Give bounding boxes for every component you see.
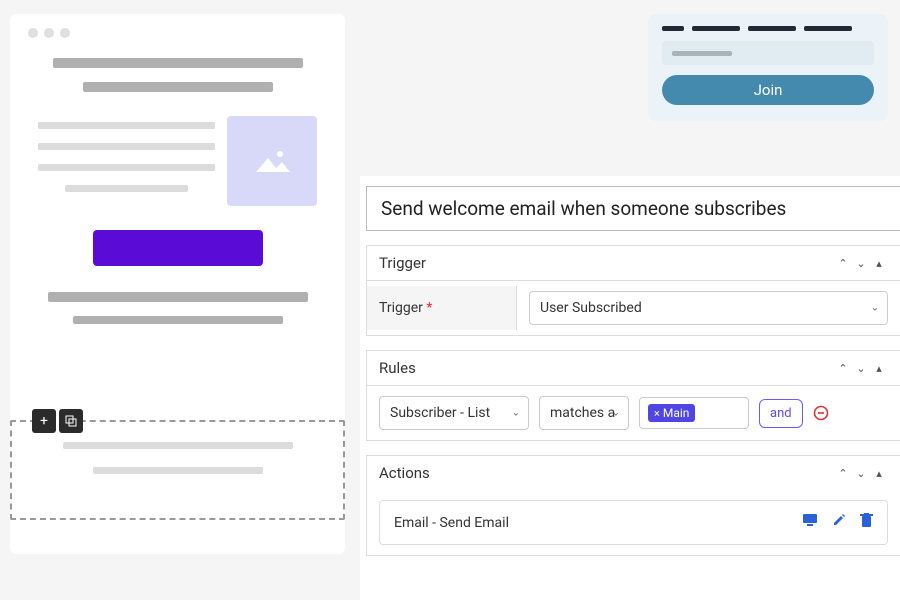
edit-icon[interactable] [832, 513, 846, 532]
placeholder-line [38, 143, 215, 150]
form-heading-placeholder [662, 26, 874, 31]
actions-section: Actions ⌃ ⌄ ▴ Email - Send Email [366, 455, 900, 556]
trigger-field-label: Trigger * [367, 286, 517, 330]
chevron-down-icon: ⌄ [612, 408, 620, 419]
placeholder-line [48, 292, 308, 302]
chevron-down-icon[interactable]: ⌄ [852, 467, 870, 480]
chevron-up-icon[interactable]: ⌃ [834, 257, 852, 270]
placeholder-line [93, 467, 263, 474]
cta-button-placeholder [93, 230, 263, 266]
automation-title-input[interactable]: Send welcome email when someone subscrib… [366, 186, 900, 231]
remove-rule-icon[interactable] [813, 405, 829, 421]
chevron-down-icon[interactable]: ⌄ [852, 257, 870, 270]
preview-icon[interactable] [802, 513, 818, 532]
placeholder-line [63, 442, 293, 449]
placeholder-line [38, 122, 215, 129]
caret-up-icon[interactable]: ▴ [870, 467, 888, 480]
join-button[interactable]: Join [662, 75, 874, 105]
caret-up-icon[interactable]: ▴ [870, 257, 888, 270]
trigger-select[interactable]: User Subscribed⌄ [529, 291, 888, 325]
caret-up-icon[interactable]: ▴ [870, 362, 888, 375]
section-heading: Actions [379, 464, 430, 482]
subscribe-form-preview: Join [648, 14, 888, 121]
action-item: Email - Send Email [379, 500, 888, 545]
actions-section-header[interactable]: Actions ⌃ ⌄ ▴ [367, 456, 900, 490]
remove-tag-icon[interactable]: × [654, 407, 660, 420]
tag-chip[interactable]: ×Main [648, 404, 695, 422]
placeholder-line [38, 164, 215, 171]
rule-operator-select[interactable]: matches a⌄ [539, 396, 629, 430]
trigger-section: Trigger ⌃ ⌄ ▴ Trigger * User Subscribed⌄ [366, 245, 900, 336]
chevron-down-icon: ⌄ [871, 303, 879, 314]
action-label: Email - Send Email [394, 515, 509, 531]
add-block-button[interactable]: + [32, 409, 56, 433]
editor-drop-zone[interactable]: + [10, 420, 345, 520]
rule-value-input[interactable]: ×Main [639, 397, 749, 429]
window-dots [28, 28, 317, 38]
placeholder-line [73, 316, 283, 324]
rules-section-header[interactable]: Rules ⌃ ⌄ ▴ [367, 351, 900, 386]
duplicate-block-button[interactable] [59, 409, 83, 433]
delete-icon[interactable] [860, 513, 873, 532]
email-field-placeholder [662, 41, 874, 65]
section-heading: Trigger [379, 254, 426, 272]
chevron-down-icon[interactable]: ⌄ [852, 362, 870, 375]
placeholder-line [83, 82, 273, 92]
automation-panel: Send welcome email when someone subscrib… [360, 176, 900, 600]
add-and-condition-button[interactable]: and [759, 399, 803, 428]
chevron-down-icon: ⌄ [512, 408, 520, 419]
placeholder-line [53, 58, 303, 68]
placeholder-line [65, 185, 189, 192]
image-placeholder-icon [227, 116, 317, 206]
chevron-up-icon[interactable]: ⌃ [834, 467, 852, 480]
section-heading: Rules [379, 359, 416, 377]
rules-section: Rules ⌃ ⌄ ▴ Subscriber - List⌄ matches a… [366, 350, 900, 441]
chevron-up-icon[interactable]: ⌃ [834, 362, 852, 375]
rule-field-select[interactable]: Subscriber - List⌄ [379, 396, 529, 430]
trigger-section-header[interactable]: Trigger ⌃ ⌄ ▴ [367, 246, 900, 281]
